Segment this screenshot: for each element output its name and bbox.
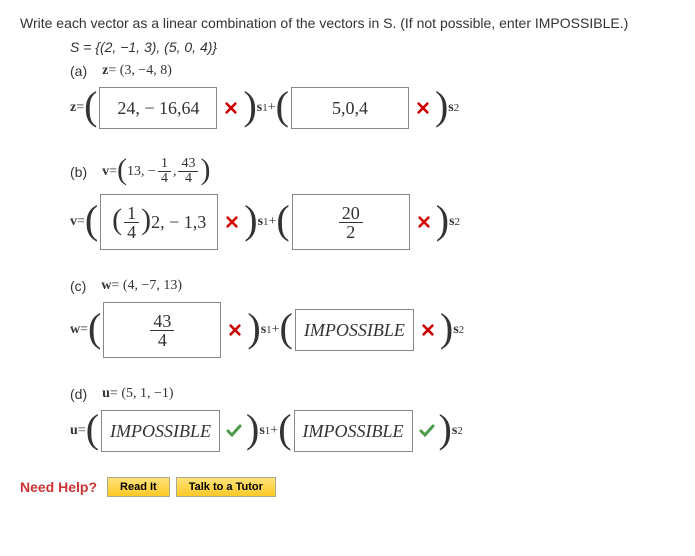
- vec-d-name: u: [102, 386, 110, 401]
- wrong-icon: [420, 322, 436, 338]
- answer-a2-input[interactable]: 5,0,4: [291, 87, 409, 129]
- answer-b1-input[interactable]: ( 14 ) 2, − 1,3: [100, 194, 218, 250]
- wrong-icon: [415, 100, 431, 116]
- eq-b-lhs: v: [70, 214, 77, 229]
- need-help-label: Need Help?: [20, 479, 97, 495]
- talk-tutor-button[interactable]: Talk to a Tutor: [176, 477, 276, 497]
- wrong-icon: [416, 214, 432, 230]
- question-prompt: Write each vector as a linear combinatio…: [20, 15, 675, 31]
- vec-a-def: = (3, −4, 8): [108, 63, 172, 79]
- eq-c-lhs: w: [70, 322, 80, 337]
- answer-a1-input[interactable]: 24, − 16,64: [99, 87, 217, 129]
- vec-b-name: v: [102, 164, 109, 179]
- fraction: 434: [178, 157, 198, 186]
- answer-c1-input[interactable]: 434: [103, 302, 221, 358]
- check-icon: [419, 423, 435, 439]
- check-icon: [226, 423, 242, 439]
- fraction: 14: [158, 157, 171, 186]
- part-a-label: (a): [70, 63, 87, 79]
- part-d-label: (d): [70, 386, 87, 402]
- eq-d-lhs: u: [70, 423, 78, 438]
- wrong-icon: [227, 322, 243, 338]
- read-it-button[interactable]: Read It: [107, 477, 170, 497]
- vec-c-def: = (4, −7, 13): [111, 278, 182, 294]
- answer-b2-input[interactable]: 202: [292, 194, 410, 250]
- part-b-label: (b): [70, 164, 87, 180]
- answer-c2-input[interactable]: IMPOSSIBLE: [295, 309, 414, 351]
- wrong-icon: [223, 100, 239, 116]
- answer-d1-input[interactable]: IMPOSSIBLE: [101, 410, 220, 452]
- part-c-label: (c): [70, 278, 86, 294]
- answer-d2-input[interactable]: IMPOSSIBLE: [294, 410, 413, 452]
- wrong-icon: [224, 214, 240, 230]
- vec-d-def: = (5, 1, −1): [110, 386, 174, 402]
- vec-c-name: w: [101, 278, 111, 293]
- set-definition: S = {(2, −1, 3), (5, 0, 4)}: [70, 39, 217, 55]
